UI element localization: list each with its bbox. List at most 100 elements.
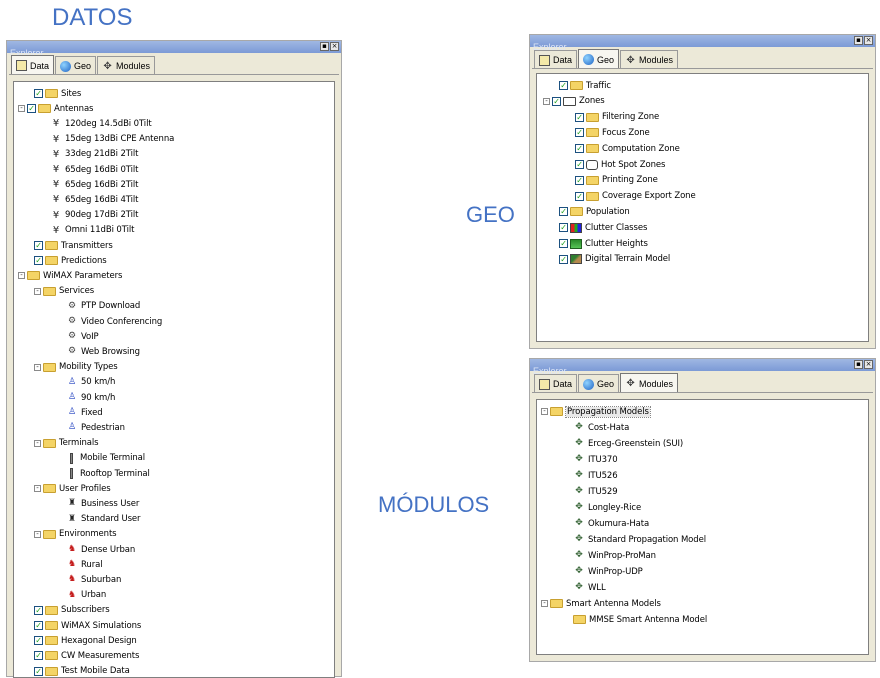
tree-row[interactable]: MMSE Smart Antenna Model — [573, 612, 707, 627]
tab-geo[interactable]: Geo — [55, 56, 97, 75]
close-button[interactable]: × — [864, 360, 873, 369]
tab-geo[interactable]: Geo — [578, 49, 620, 69]
tree-row[interactable]: ✓ Computation Zone — [575, 141, 680, 156]
tree-row[interactable]: ⚙ Web Browsing — [66, 344, 140, 359]
collapse-toggle[interactable]: - — [34, 530, 41, 538]
tree-row[interactable]: ✥ Longley-Rice — [573, 500, 641, 515]
collapse-toggle[interactable]: - — [543, 97, 550, 105]
tree-row[interactable]: - ✓ Zones — [543, 94, 605, 109]
visibility-checkbox[interactable]: ✓ — [575, 175, 584, 185]
tree-row[interactable]: - User Profiles — [34, 481, 111, 496]
collapse-toggle[interactable]: - — [34, 363, 41, 371]
visibility-checkbox[interactable]: ✓ — [34, 651, 43, 661]
collapse-toggle[interactable]: - — [34, 287, 41, 295]
visibility-checkbox[interactable]: ✓ — [34, 89, 43, 98]
collapse-toggle[interactable]: - — [541, 600, 548, 607]
visibility-checkbox[interactable]: ✓ — [559, 239, 568, 248]
close-button[interactable]: × — [864, 36, 873, 45]
tree-row[interactable]: - Terminals — [34, 436, 99, 451]
tree-row[interactable]: ♙ Pedestrian — [66, 420, 125, 435]
tree-row[interactable]: ✓ Subscribers — [34, 603, 110, 618]
tab-geo[interactable]: Geo — [578, 374, 620, 393]
tree-row[interactable]: ✥ Okumura-Hata — [573, 516, 649, 531]
tree-row[interactable]: - Smart Antenna Models — [541, 596, 661, 611]
tree-row[interactable]: ✓ Transmitters — [34, 238, 113, 253]
tree-row[interactable]: ✓ Population — [559, 204, 630, 219]
restore-button[interactable]: ▪ — [320, 42, 329, 51]
tree-row[interactable]: ✥ WLL — [573, 580, 605, 595]
data-tree[interactable]: ✓ Sites - ✓ Antennas ¥120deg 14.5dBi 0Tilt ¥15… — [13, 81, 335, 678]
tree-row[interactable]: ✓ Digital Terrain Model — [559, 252, 670, 267]
tree-row[interactable]: ♞ Dense Urban — [66, 542, 135, 557]
tab-data[interactable]: Data — [534, 374, 578, 393]
tree-row[interactable]: ♙ Fixed — [66, 405, 103, 420]
tree-row[interactable]: ✓ Predictions — [34, 253, 107, 268]
visibility-checkbox[interactable]: ✓ — [575, 128, 584, 138]
tree-row[interactable]: ✓ CW Measurements — [34, 648, 139, 663]
tree-row[interactable]: ♞ Suburban — [66, 572, 121, 587]
collapse-toggle[interactable]: - — [34, 439, 41, 447]
tree-row[interactable]: ¥65deg 16dBi 0Tilt — [50, 162, 139, 177]
tab-modules[interactable]: ✥ Modules — [620, 373, 679, 393]
collapse-toggle[interactable]: - — [18, 272, 25, 280]
tree-row[interactable]: ♞ Rural — [66, 557, 103, 572]
visibility-checkbox[interactable]: ✓ — [575, 144, 584, 154]
tree-row[interactable]: - Services — [34, 284, 94, 299]
collapse-toggle[interactable]: - — [34, 485, 41, 493]
tree-row[interactable]: ✓ Sites — [34, 86, 81, 101]
tree-row[interactable]: - Propagation Models — [541, 404, 651, 419]
tree-row[interactable]: ✓ Printing Zone — [575, 173, 658, 188]
tree-row[interactable]: - Environments — [34, 527, 117, 542]
tree-row[interactable]: - Mobility Types — [34, 360, 118, 375]
tree-row[interactable]: ✥ ITU529 — [573, 484, 617, 499]
tab-data[interactable]: Data — [11, 55, 55, 75]
tree-row[interactable]: ♜ Business User — [66, 496, 139, 511]
visibility-checkbox[interactable]: ✓ — [34, 605, 43, 615]
collapse-toggle[interactable]: - — [541, 408, 548, 415]
tree-row[interactable]: ¥33deg 21dBi 2Tilt — [50, 147, 139, 162]
tree-row[interactable]: ♙ 50 km/h — [66, 375, 115, 390]
visibility-checkbox[interactable]: ✓ — [34, 636, 43, 646]
geo-tree[interactable]: ✓ Traffic - ✓ Zones ✓ Filtering Zone ✓ Focus Zon… — [536, 73, 869, 342]
tree-row[interactable]: ✓ WiMAX Simulations — [34, 618, 141, 633]
visibility-checkbox[interactable]: ✓ — [559, 81, 568, 90]
visibility-checkbox[interactable]: ✓ — [552, 96, 561, 106]
visibility-checkbox[interactable]: ✓ — [34, 621, 43, 630]
tree-row[interactable]: ✓ Clutter Heights — [559, 236, 648, 251]
tree-row[interactable]: ¥90deg 17dBi 2Tilt — [50, 208, 139, 223]
restore-button[interactable]: ▪ — [854, 36, 863, 45]
tree-row[interactable]: ✥ WinProp-UDP — [573, 564, 643, 579]
visibility-checkbox[interactable]: ✓ — [559, 223, 568, 233]
visibility-checkbox[interactable]: ✓ — [34, 241, 43, 250]
tree-row[interactable]: ✓ Traffic — [559, 78, 611, 93]
tree-row[interactable]: ♜ Standard User — [66, 512, 141, 527]
tree-row[interactable]: ✓ Clutter Classes — [559, 220, 647, 235]
collapse-toggle[interactable]: - — [18, 105, 25, 113]
tree-row[interactable]: ✓ Filtering Zone — [575, 110, 659, 125]
tree-row[interactable]: Rooftop Terminal — [66, 466, 150, 481]
visibility-checkbox[interactable]: ✓ — [575, 191, 584, 201]
tree-row[interactable]: ♙ 90 km/h — [66, 390, 115, 405]
tree-row[interactable]: - WiMAX Parameters — [18, 268, 122, 283]
tree-row[interactable]: ¥120deg 14.5dBi 0Tilt — [50, 116, 152, 131]
visibility-checkbox[interactable]: ✓ — [34, 256, 43, 266]
tree-row[interactable]: ♞ Urban — [66, 588, 106, 603]
visibility-checkbox[interactable]: ✓ — [559, 254, 568, 264]
tree-row[interactable]: ¥65deg 16dBi 4Tilt — [50, 192, 139, 207]
tree-row[interactable]: ¥15deg 13dBi CPE Antenna — [50, 132, 174, 147]
tab-data[interactable]: Data — [534, 50, 578, 69]
visibility-checkbox[interactable]: ✓ — [34, 666, 43, 676]
tree-row[interactable]: ✓ Hot Spot Zones — [575, 157, 665, 172]
tree-row[interactable]: ✓ Hexagonal Design — [34, 633, 137, 648]
restore-button[interactable]: ▪ — [854, 360, 863, 369]
tree-row[interactable]: Mobile Terminal — [66, 451, 145, 466]
tree-row[interactable]: ✓ Coverage Export Zone — [575, 189, 696, 204]
tree-row[interactable]: ¥65deg 16dBi 2Tilt — [50, 177, 139, 192]
modules-tree[interactable]: - Propagation Models ✥ Cost-Hata ✥ Erceg-Gree… — [536, 399, 869, 655]
tree-row[interactable]: ✥ Erceg-Greenstein (SUI) — [573, 436, 683, 451]
tree-row[interactable]: ¥ Omni 11dBi 0Tilt — [50, 223, 135, 238]
tree-row[interactable]: ✓ Test Mobile Data — [34, 664, 130, 677]
visibility-checkbox[interactable]: ✓ — [27, 104, 36, 114]
close-button[interactable]: × — [330, 42, 339, 51]
tree-row[interactable]: ✥ ITU526 — [573, 468, 617, 483]
